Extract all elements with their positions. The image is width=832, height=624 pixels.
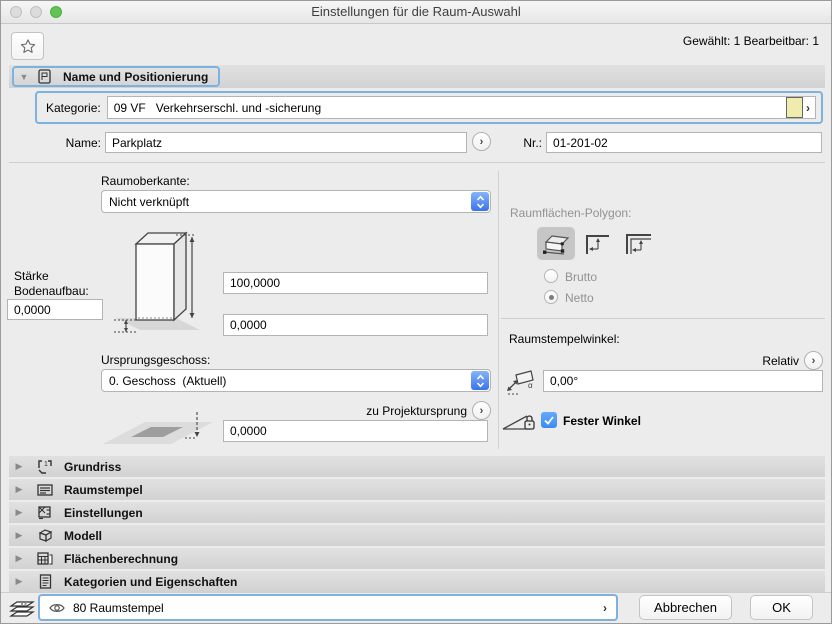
polygon-box-icon (541, 232, 571, 256)
netto-radio[interactable] (544, 290, 558, 304)
ursprungsgeschoss-value: 0. Geschoss (Aktuell) (102, 374, 471, 388)
categories-icon (35, 574, 55, 589)
disclosure-right-icon: ▶ (13, 461, 25, 472)
disclosure-down-icon: ▼ (18, 72, 30, 82)
divider (501, 318, 825, 319)
section-title: Name und Positionierung (63, 70, 208, 84)
section-modell[interactable]: ▶ Modell (9, 525, 825, 546)
section-kategorien[interactable]: ▶ Kategorien und Eigenschaften (9, 571, 825, 592)
ok-button[interactable]: OK (750, 595, 813, 620)
popup-stepper-icon (471, 192, 489, 211)
name-label: Name: (41, 136, 101, 150)
disclosure-right-icon: ▶ (13, 530, 25, 541)
ursprungsgeschoss-label: Ursprungsgeschoss: (101, 353, 210, 367)
polygon-box-button[interactable] (537, 227, 575, 260)
raumstempelwinkel-label: Raumstempelwinkel: (509, 332, 620, 346)
fester-winkel-checkbox[interactable] (541, 412, 557, 428)
relativ-label: Relativ (701, 354, 799, 368)
disclosure-right-icon: ▶ (13, 553, 25, 564)
polygon-outer-edge-icon (623, 232, 653, 256)
area-calc-icon (35, 551, 55, 566)
disclosure-right-icon: ▶ (13, 507, 25, 518)
layers-icon[interactable] (9, 598, 35, 619)
disclosure-right-icon: ▶ (13, 576, 25, 587)
staerke-field[interactable]: 0,0000 (7, 299, 103, 320)
nr-label: Nr.: (504, 136, 542, 150)
favorites-button[interactable] (11, 32, 44, 60)
raumoberkante-popup[interactable]: Nicht verknüpft (101, 190, 491, 213)
storey-plane-diagram (101, 410, 216, 448)
polygon-label: Raumflächen-Polygon: (510, 206, 631, 220)
stamp-icon (35, 483, 55, 497)
star-icon (19, 38, 37, 55)
polygon-outer-edge-button[interactable] (619, 227, 657, 260)
section-flaechenberechnung[interactable]: ▶ Flächenberechnung (9, 548, 825, 569)
tag-icon (34, 69, 54, 84)
projektursprung-label: zu Projektursprung (341, 404, 467, 418)
angle-lock-icon (501, 409, 537, 433)
floorplan-icon: 1 (35, 459, 55, 474)
brutto-label: Brutto (565, 270, 597, 284)
stamp-rotate-icon: α (504, 368, 538, 396)
kategorie-row: Kategorie: 09 VF Verkehrserschl. und -si… (35, 91, 823, 124)
title-bar: Einstellungen für die Raum-Auswahl (1, 1, 831, 24)
hoehe-field[interactable]: 100,0000 (223, 272, 488, 294)
chevron-right-icon[interactable]: › (806, 101, 810, 115)
divider (1, 592, 832, 593)
chevron-right-icon: › (603, 601, 607, 615)
kategorie-value: 09 VF Verkehrserschl. und -sicherung (108, 101, 786, 115)
kategorie-label: Kategorie: (46, 101, 101, 115)
layer-selector[interactable]: 80 Raumstempel › (38, 594, 618, 621)
selection-status: Gewählt: 1 Bearbeitbar: 1 (683, 34, 819, 48)
section-einstellungen[interactable]: ▶ Einstellungen (9, 502, 825, 523)
disclosure-right-icon: ▶ (13, 484, 25, 495)
kategorie-field[interactable]: 09 VF Verkehrserschl. und -sicherung › (107, 96, 816, 119)
layer-value: 80 Raumstempel (73, 601, 603, 615)
relativ-button[interactable]: › (804, 351, 823, 370)
netto-label: Netto (565, 291, 594, 305)
cancel-button[interactable]: Abbrechen (639, 595, 732, 620)
eye-icon (49, 602, 65, 614)
model-icon (35, 528, 55, 543)
name-field[interactable]: Parkplatz (105, 132, 467, 153)
section-grundriss[interactable]: ▶ 1 Grundriss (9, 456, 825, 477)
popup-stepper-icon (471, 371, 489, 390)
brutto-radio[interactable] (544, 269, 558, 283)
room-box-diagram (104, 225, 216, 340)
settings-icon (35, 505, 55, 520)
raumoberkante-label: Raumoberkante: (101, 174, 190, 188)
divider (498, 171, 499, 449)
nr-field[interactable]: 01-201-02 (546, 132, 822, 153)
section-header-name-positionierung[interactable]: ▼ Name und Positionierung (9, 65, 825, 88)
projektursprung-field[interactable]: 0,0000 (223, 420, 488, 442)
unterkante-field[interactable]: 0,0000 (223, 314, 488, 336)
ursprungsgeschoss-popup[interactable]: 0. Geschoss (Aktuell) (101, 369, 491, 392)
polygon-inner-edge-icon (582, 232, 612, 256)
staerke-label: Stärke Bodenaufbau: (14, 269, 106, 299)
divider (9, 162, 825, 163)
raumoberkante-value: Nicht verknüpft (102, 195, 471, 209)
polygon-buttons (537, 227, 657, 260)
polygon-inner-edge-button[interactable] (578, 227, 616, 260)
fester-winkel-label: Fester Winkel (563, 414, 641, 428)
section-raumstempel[interactable]: ▶ Raumstempel (9, 479, 825, 500)
svg-text:1: 1 (44, 461, 48, 468)
name-options-button[interactable]: › (472, 132, 491, 151)
dialog-window: Einstellungen für die Raum-Auswahl Gewäh… (0, 0, 832, 624)
winkel-field[interactable]: 0,00° (543, 370, 823, 392)
projektursprung-button[interactable]: › (472, 401, 491, 420)
color-swatch[interactable] (786, 97, 803, 118)
window-title: Einstellungen für die Raum-Auswahl (1, 4, 831, 19)
svg-text:α: α (528, 381, 533, 390)
